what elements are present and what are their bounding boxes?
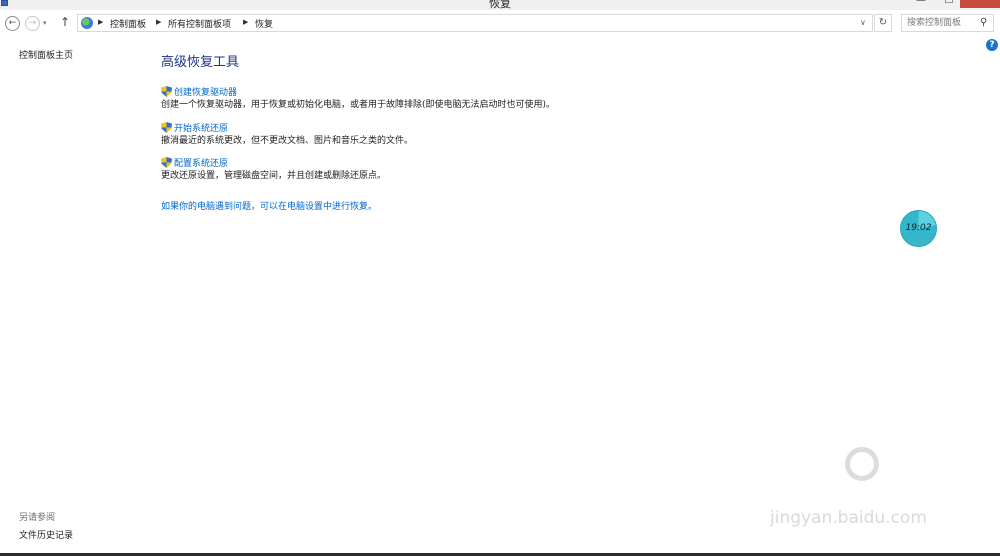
tool-description: 撤消最近的系统更改，但不更改文档、图片和音乐之类的文件。: [161, 136, 414, 146]
breadcrumb-separator-icon[interactable]: ▶: [243, 18, 248, 26]
up-button[interactable]: ↑: [60, 15, 70, 29]
watermark-url: jingyan.baidu.com: [770, 508, 927, 528]
paw-icon: [845, 447, 879, 481]
file-history-link[interactable]: 文件历史记录: [19, 528, 73, 541]
title-bar: 恢复 — ☐: [0, 0, 1000, 10]
control-panel-icon: [81, 17, 93, 29]
maximize-button[interactable]: ☐: [940, 0, 958, 6]
baidu-watermark-logo: [768, 447, 993, 507]
floating-clock-widget[interactable]: 19:02: [900, 210, 937, 247]
page-title: 高级恢复工具: [161, 55, 240, 70]
breadcrumb-recovery[interactable]: 恢复: [255, 17, 273, 30]
minimize-button[interactable]: —: [912, 0, 930, 6]
close-button[interactable]: [960, 0, 1000, 8]
breadcrumb-control-panel[interactable]: 控制面板: [110, 17, 146, 30]
forward-button[interactable]: →: [25, 16, 40, 31]
address-dropdown-icon[interactable]: ∨: [860, 18, 866, 27]
clock-time: 19:02: [905, 223, 932, 233]
search-box[interactable]: ⚲: [901, 14, 994, 32]
search-icon[interactable]: ⚲: [980, 17, 987, 28]
navigation-bar: ← → ▾ ↑ ▶ 控制面板 ▶ 所有控制面板项 ▶ 恢复 ∨ ↻ ⚲: [0, 10, 1000, 36]
see-also-heading: 另请参阅: [19, 513, 56, 523]
control-panel-home-link[interactable]: 控制面板主页: [19, 48, 73, 61]
refresh-button[interactable]: ↻: [874, 14, 892, 32]
breadcrumb-separator-icon[interactable]: ▶: [98, 18, 103, 26]
recent-locations-dropdown[interactable]: ▾: [43, 19, 47, 27]
breadcrumb-all-items[interactable]: 所有控制面板项: [168, 17, 231, 30]
breadcrumb-separator-icon[interactable]: ▶: [156, 18, 161, 26]
help-icon[interactable]: ?: [986, 39, 998, 51]
tool-description: 创建一个恢复驱动器，用于恢复或初始化电脑，或者用于故障排除(即使电脑无法启动时也…: [161, 100, 556, 110]
uac-shield-icon: [161, 122, 172, 133]
search-input[interactable]: [902, 15, 977, 31]
uac-shield-icon: [161, 157, 172, 168]
tool-description: 更改还原设置，管理磁盘空间，并且创建或删除还原点。: [161, 171, 387, 181]
uac-shield-icon: [161, 86, 172, 97]
address-bar[interactable]: ▶ 控制面板 ▶ 所有控制面板项 ▶ 恢复 ∨: [77, 14, 873, 32]
back-button[interactable]: ←: [5, 16, 20, 31]
pc-settings-recovery-link[interactable]: 如果你的电脑遇到问题，可以在电脑设置中进行恢复。: [161, 199, 377, 212]
